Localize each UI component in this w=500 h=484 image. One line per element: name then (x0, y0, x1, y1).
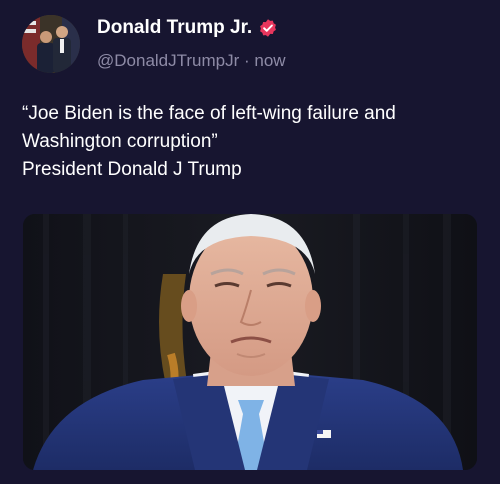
author-avatar[interactable] (22, 15, 80, 73)
author-handle[interactable]: @DonaldJTrumpJr (97, 51, 239, 71)
author-display-name[interactable]: Donald Trump Jr. (97, 17, 252, 39)
avatar-photo (22, 15, 80, 73)
author-name-row: Donald Trump Jr. (97, 16, 278, 40)
tweet-timestamp[interactable]: now (254, 51, 285, 71)
tweet-text-line: “Joe Biden is the face of left-wing fail… (22, 103, 396, 124)
tweet-text-line: President Donald J Trump (22, 159, 242, 180)
tweet-media-image[interactable] (23, 214, 477, 470)
verified-badge-icon (260, 19, 277, 37)
tweet-body: “Joe Biden is the face of left-wing fail… (22, 100, 482, 184)
meta-separator: · (239, 51, 255, 70)
media-photo (23, 214, 477, 470)
tweet-text-line: Washington corruption” (22, 131, 218, 152)
author-meta-row: @DonaldJTrumpJr · now (97, 51, 286, 71)
